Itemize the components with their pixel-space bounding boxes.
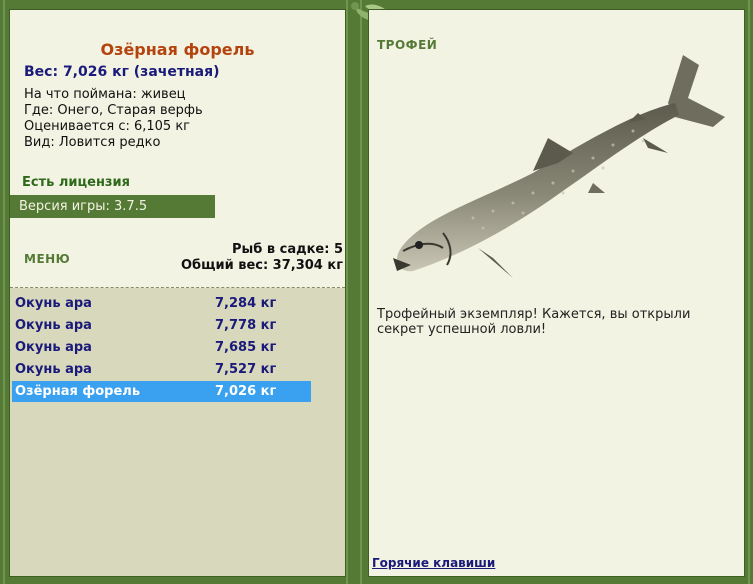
- frame-stripe: [346, 0, 348, 584]
- frame-stripe: [748, 0, 750, 584]
- trophy-panel: ТРОФЕЙ Трофейный экземпляр! Кажется, вы …: [368, 9, 745, 577]
- catch-weight: 7,685 кг: [215, 340, 277, 355]
- game-version: Версия игры: 3.7.5: [10, 195, 215, 218]
- frame-stripe: [360, 0, 362, 584]
- fish-info-panel: Озёрная форель Вес: 7,026 кг (зачетная) …: [9, 9, 346, 577]
- fish-weight: Вес: 7,026 кг (зачетная): [24, 64, 220, 80]
- fish-bait: На что поймана: живец: [24, 87, 186, 102]
- keep-count: Рыб в садке: 5: [231, 242, 343, 257]
- catch-weight: 7,778 кг: [215, 318, 277, 333]
- trophy-description: Трофейный экземпляр! Кажется, вы открыли…: [377, 307, 691, 337]
- keep-total-weight: Общий вес: 37,304 кг: [180, 258, 343, 273]
- fish-rarity: Вид: Ловится редко: [24, 135, 161, 150]
- fish-location: Где: Онего, Старая верфь: [24, 103, 203, 118]
- catch-name: Окунь ара: [15, 362, 92, 377]
- trout-image: [393, 55, 725, 278]
- fish-title: Озёрная форель: [100, 40, 255, 59]
- catch-name: Озёрная форель: [15, 384, 141, 399]
- catch-name: Окунь ара: [15, 296, 92, 311]
- catch-list-item[interactable]: Окунь ара 7,284 кг: [12, 293, 311, 314]
- catch-list-item-selected[interactable]: Озёрная форель 7,026 кг: [12, 381, 311, 402]
- frame-stripe: [3, 0, 5, 584]
- catch-list-item[interactable]: Окунь ара 7,527 кг: [12, 359, 311, 380]
- catch-list: Окунь ара 7,284 кг Окунь ара 7,778 кг Ок…: [10, 288, 345, 576]
- fish-value-threshold: Оценивается с: 6,105 кг: [24, 119, 191, 134]
- catch-list-item[interactable]: Окунь ара 7,685 кг: [12, 337, 311, 358]
- catch-weight: 7,026 кг: [215, 384, 277, 399]
- catch-weight: 7,284 кг: [215, 296, 277, 311]
- catch-weight: 7,527 кг: [215, 362, 277, 377]
- catch-name: Окунь ара: [15, 318, 92, 333]
- menu-button[interactable]: МЕНЮ: [24, 252, 70, 266]
- hotkeys-link[interactable]: Горячие клавиши: [372, 556, 495, 570]
- catch-name: Окунь ара: [15, 340, 92, 355]
- license-status: Есть лицензия: [22, 175, 130, 190]
- catch-list-item[interactable]: Окунь ара 7,778 кг: [12, 315, 311, 336]
- keep-net-stats: Рыб в садке: 5 Общий вес: 37,304 кг: [181, 242, 343, 274]
